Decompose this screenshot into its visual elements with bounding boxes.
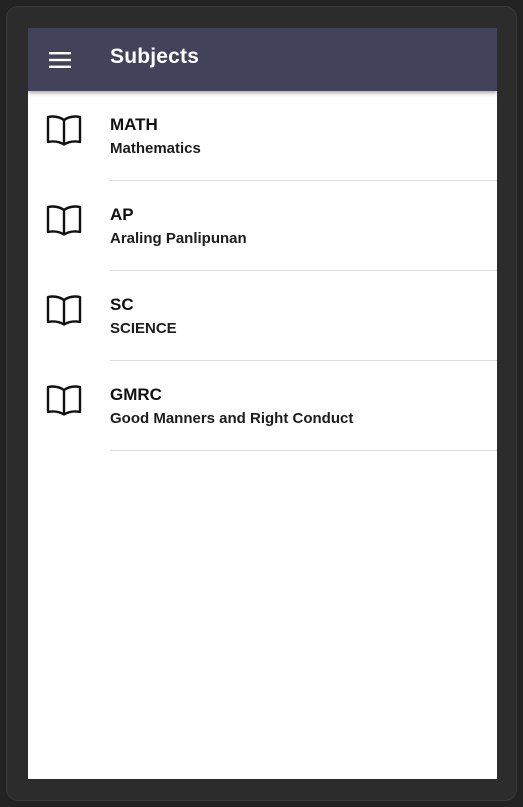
list-item-math[interactable]: MATH Mathematics	[28, 91, 497, 181]
book-icon	[45, 293, 83, 327]
menu-button[interactable]	[38, 38, 82, 82]
app-screen: Subjects MATH Mathematics AP Araling Pan…	[28, 28, 497, 779]
list-item-sc[interactable]: SC SCIENCE	[28, 271, 497, 361]
subject-name: Good Manners and Right Conduct	[110, 410, 354, 427]
subject-code: GMRC	[110, 385, 162, 404]
subject-code: MATH	[110, 115, 158, 134]
subject-code: AP	[110, 205, 134, 224]
subject-list: MATH Mathematics AP Araling Panlipunan S…	[28, 91, 497, 451]
book-icon	[45, 203, 83, 237]
menu-icon	[49, 52, 71, 68]
book-icon	[45, 113, 83, 147]
list-item-gmrc[interactable]: GMRC Good Manners and Right Conduct	[28, 361, 497, 451]
list-item-ap[interactable]: AP Araling Panlipunan	[28, 181, 497, 271]
subject-name: SCIENCE	[110, 320, 177, 337]
divider	[110, 450, 497, 451]
subject-code: SC	[110, 295, 134, 314]
subject-name: Araling Panlipunan	[110, 230, 247, 247]
book-icon	[45, 383, 83, 417]
page-title: Subjects	[110, 45, 200, 68]
subject-name: Mathematics	[110, 140, 201, 157]
app-bar: Subjects	[28, 28, 497, 91]
